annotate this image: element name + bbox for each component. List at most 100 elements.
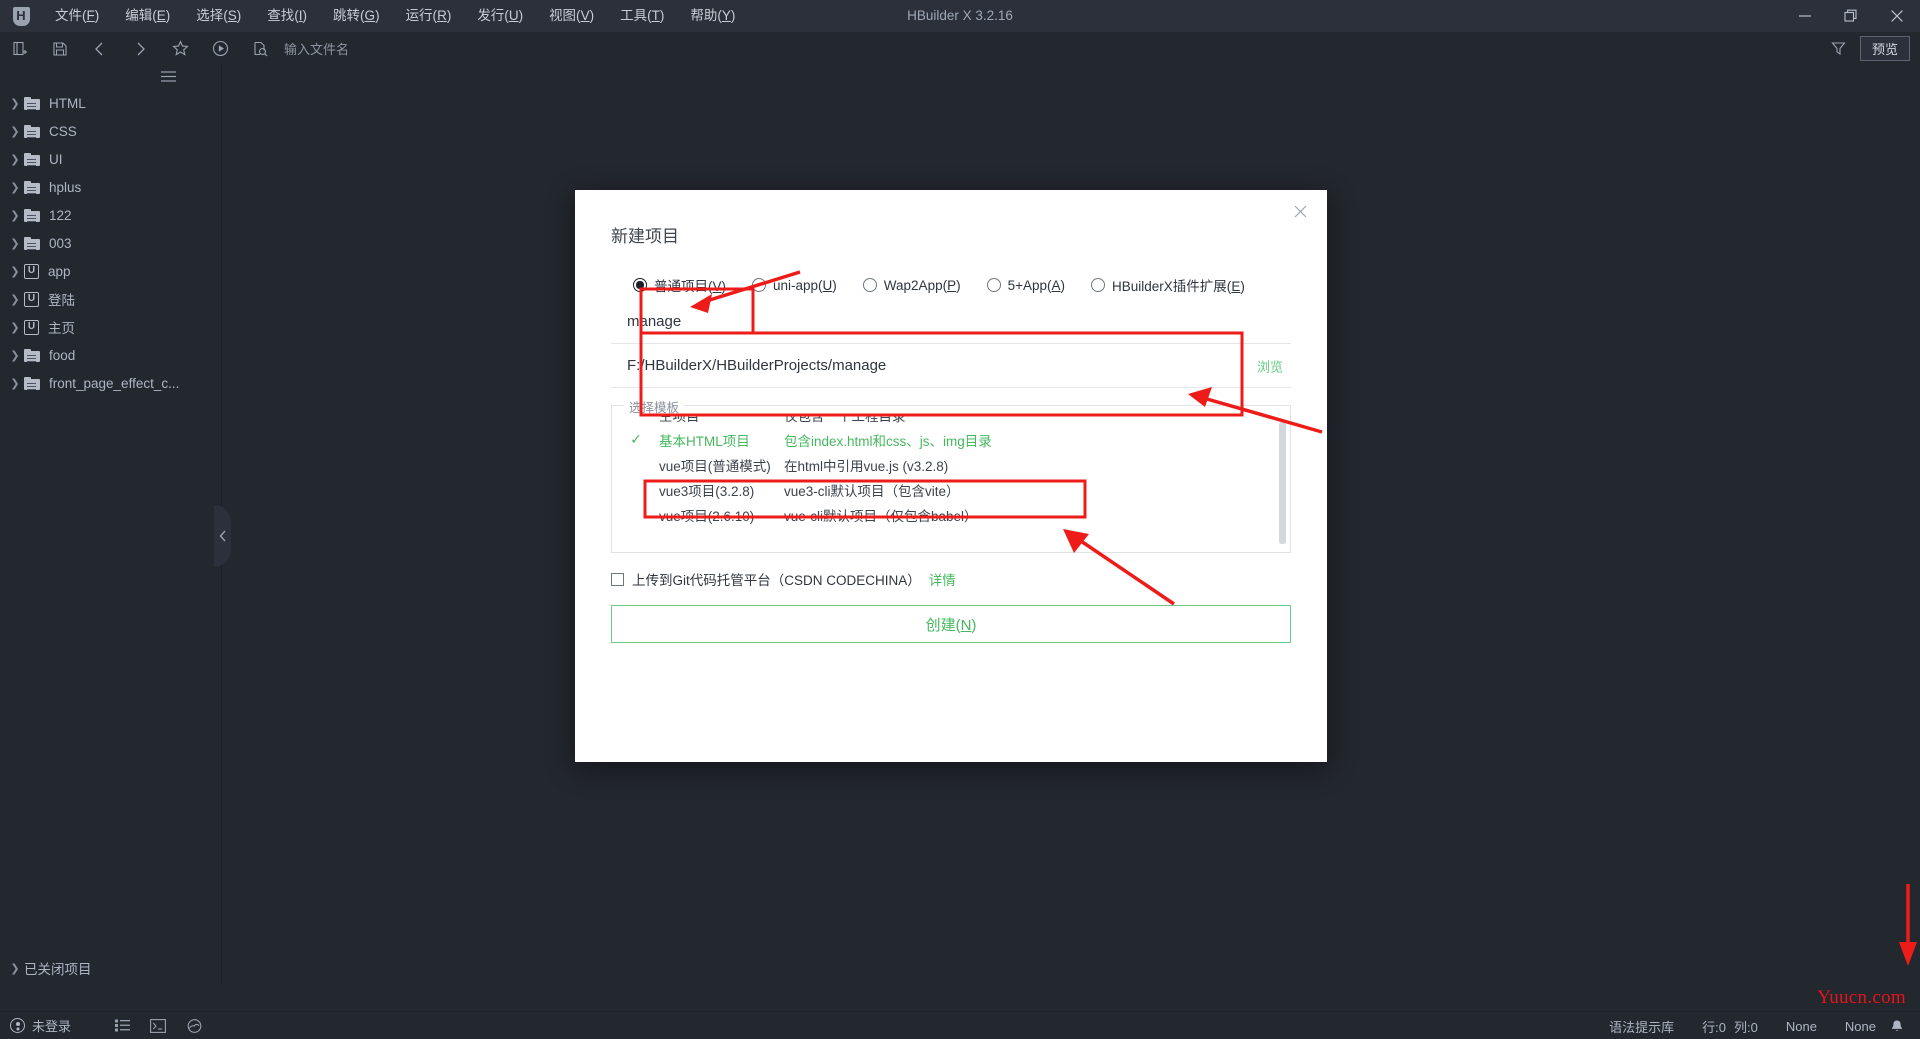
browse-button[interactable]: 浏览: [1257, 356, 1283, 375]
save-button[interactable]: [40, 32, 80, 65]
chevron-right-icon[interactable]: ❯: [6, 293, 24, 306]
syntax-library-button[interactable]: 语法提示库: [1595, 1017, 1688, 1036]
favorite-button[interactable]: [160, 32, 200, 65]
tree-item-003[interactable]: ❯ 003: [0, 229, 221, 257]
site-watermark: Yuucn.com: [1817, 987, 1906, 1008]
find-file-button[interactable]: [240, 32, 280, 65]
template-list-scrollbar[interactable]: [1279, 422, 1286, 544]
encoding-status[interactable]: None: [1772, 1019, 1831, 1034]
radio-normal-project[interactable]: 普通项目(V): [633, 275, 726, 295]
tree-item-food[interactable]: ❯ food: [0, 341, 221, 369]
tree-item-css[interactable]: ❯ CSS: [0, 117, 221, 145]
menu-file[interactable]: 文件(F): [42, 0, 112, 32]
find-file-icon: [254, 41, 268, 56]
chevron-right-icon[interactable]: ❯: [6, 349, 24, 362]
chevron-right-icon[interactable]: ❯: [6, 209, 24, 222]
template-row-vue2[interactable]: vue项目(2.6.10) vue-cli默认项目（仅包含babel）: [613, 502, 1289, 527]
template-desc: 在html中引用vue.js (v3.2.8): [784, 458, 949, 474]
app-logo: H: [0, 0, 42, 32]
template-row-vue-normal[interactable]: vue项目(普通模式) 在html中引用vue.js (v3.2.8): [613, 452, 1289, 477]
account-status[interactable]: 未登录: [10, 1016, 71, 1035]
minimize-button[interactable]: [1782, 0, 1828, 32]
radio-uni-app[interactable]: uni-app(U): [752, 278, 837, 293]
template-desc: 仅包含一个工程目录: [784, 416, 906, 424]
restore-icon: [1844, 9, 1857, 22]
close-button[interactable]: [1874, 0, 1920, 32]
tree-item-label: 003: [49, 235, 72, 251]
radio-selected-icon: [633, 278, 647, 292]
restore-button[interactable]: [1828, 0, 1874, 32]
chevron-right-icon[interactable]: ❯: [6, 181, 24, 194]
menu-goto[interactable]: 跳转(G): [320, 0, 393, 32]
status-right-group: 语法提示库 行:0 列:0 None None: [1595, 1012, 1920, 1039]
radio-label: HBuilderX插件扩展(E): [1112, 279, 1245, 294]
template-row-vue3[interactable]: vue3项目(3.2.8) vue3-cli默认项目（包含vite）: [613, 477, 1289, 502]
tree-item-hplus[interactable]: ❯ hplus: [0, 173, 221, 201]
menu-tools[interactable]: 工具(T): [607, 0, 677, 32]
uniapp-icon: U: [24, 263, 39, 279]
git-detail-link[interactable]: 详情: [929, 569, 956, 589]
menu-find[interactable]: 查找(I): [254, 0, 320, 32]
language-mode-status[interactable]: None: [1831, 1019, 1890, 1034]
menu-view[interactable]: 视图(V): [536, 0, 607, 32]
close-icon: [1294, 205, 1306, 217]
cloud-services-button[interactable]: [186, 1018, 203, 1033]
tree-item-122[interactable]: ❯ 122: [0, 201, 221, 229]
template-row-empty[interactable]: 空项目 仅包含一个工程目录: [613, 416, 1289, 427]
cursor-column[interactable]: 列:0: [1730, 1017, 1772, 1036]
template-desc: vue3-cli默认项目（包含vite）: [784, 483, 960, 499]
dialog-close-button[interactable]: [1287, 198, 1313, 224]
scrollbar-thumb[interactable]: [1279, 422, 1286, 544]
terminal-icon: [150, 1018, 166, 1033]
project-path-field[interactable]: F:/HBuilderX/HBuilderProjects/manage 浏览: [611, 344, 1291, 388]
menu-run[interactable]: 运行(R): [393, 0, 465, 32]
back-button[interactable]: [80, 32, 120, 65]
menu-edit[interactable]: 编辑(E): [112, 0, 183, 32]
template-name: vue3项目(3.2.8): [659, 483, 755, 499]
tree-item-label: UI: [49, 151, 63, 167]
git-upload-checkbox[interactable]: [611, 572, 624, 586]
tree-item-html[interactable]: ❯ HTML: [0, 89, 221, 117]
create-project-button[interactable]: 创建(N): [611, 605, 1291, 643]
cursor-line[interactable]: 行:0: [1688, 1017, 1730, 1036]
chevron-right-icon[interactable]: ❯: [6, 321, 24, 334]
forward-button[interactable]: [120, 32, 160, 65]
chevron-right-icon[interactable]: ❯: [6, 265, 24, 278]
chevron-right-icon[interactable]: ❯: [6, 153, 24, 166]
new-file-button[interactable]: [0, 32, 40, 65]
preview-button[interactable]: 预览: [1859, 36, 1910, 61]
sidebar-menu-icon[interactable]: [161, 70, 176, 85]
template-group-legend: 选择模板: [624, 397, 685, 416]
radio-5plus-app[interactable]: 5+App(A): [986, 278, 1065, 293]
project-name-field[interactable]: manage: [611, 300, 1291, 344]
menu-publish[interactable]: 发行(U): [464, 0, 536, 32]
chevron-right-icon[interactable]: ❯: [6, 125, 24, 138]
chevron-right-icon[interactable]: ❯: [6, 237, 24, 250]
chevron-right-icon[interactable]: ❯: [6, 97, 24, 110]
template-row-basic-html[interactable]: ✓ 基本HTML项目 包含index.html和css、js、img目录: [613, 427, 1289, 452]
project-sidebar: ❯ HTML ❯ CSS ❯ UI ❯ hplus ❯ 122 ❯ 003 ❯ …: [0, 65, 222, 983]
tree-item-zhuye[interactable]: ❯ U 主页: [0, 313, 221, 341]
sidebar-collapse-handle[interactable]: [214, 505, 231, 567]
outline-button[interactable]: [115, 1019, 131, 1032]
radio-wap2app[interactable]: Wap2App(P): [862, 278, 961, 293]
closed-projects-row[interactable]: ❯ 已关闭项目: [0, 953, 222, 983]
favorite-star-icon: [171, 40, 189, 56]
radio-hbuilderx-plugin[interactable]: HBuilderX插件扩展(E): [1091, 275, 1245, 295]
template-group: 选择模板 空项目 仅包含一个工程目录 ✓ 基本HTML项目 包含index.ht…: [611, 397, 1291, 553]
hamburger-icon: [161, 71, 176, 82]
tree-item-app[interactable]: ❯ U app: [0, 257, 221, 285]
chevron-right-icon[interactable]: ❯: [6, 377, 24, 390]
menu-help[interactable]: 帮助(Y): [677, 0, 748, 32]
tree-item-ui[interactable]: ❯ UI: [0, 145, 221, 173]
filename-input-placeholder[interactable]: 输入文件名: [284, 39, 349, 58]
notifications-button[interactable]: [1890, 1019, 1920, 1034]
new-file-icon: [13, 41, 27, 55]
chevron-right-icon[interactable]: ❯: [6, 962, 24, 975]
tree-item-denglu[interactable]: ❯ U 登陆: [0, 285, 221, 313]
terminal-button[interactable]: [150, 1018, 166, 1033]
run-button[interactable]: [200, 32, 240, 65]
tree-item-front-page-effect[interactable]: ❯ front_page_effect_c...: [0, 369, 221, 397]
menu-select[interactable]: 选择(S): [183, 0, 254, 32]
filter-button[interactable]: [1818, 32, 1860, 65]
